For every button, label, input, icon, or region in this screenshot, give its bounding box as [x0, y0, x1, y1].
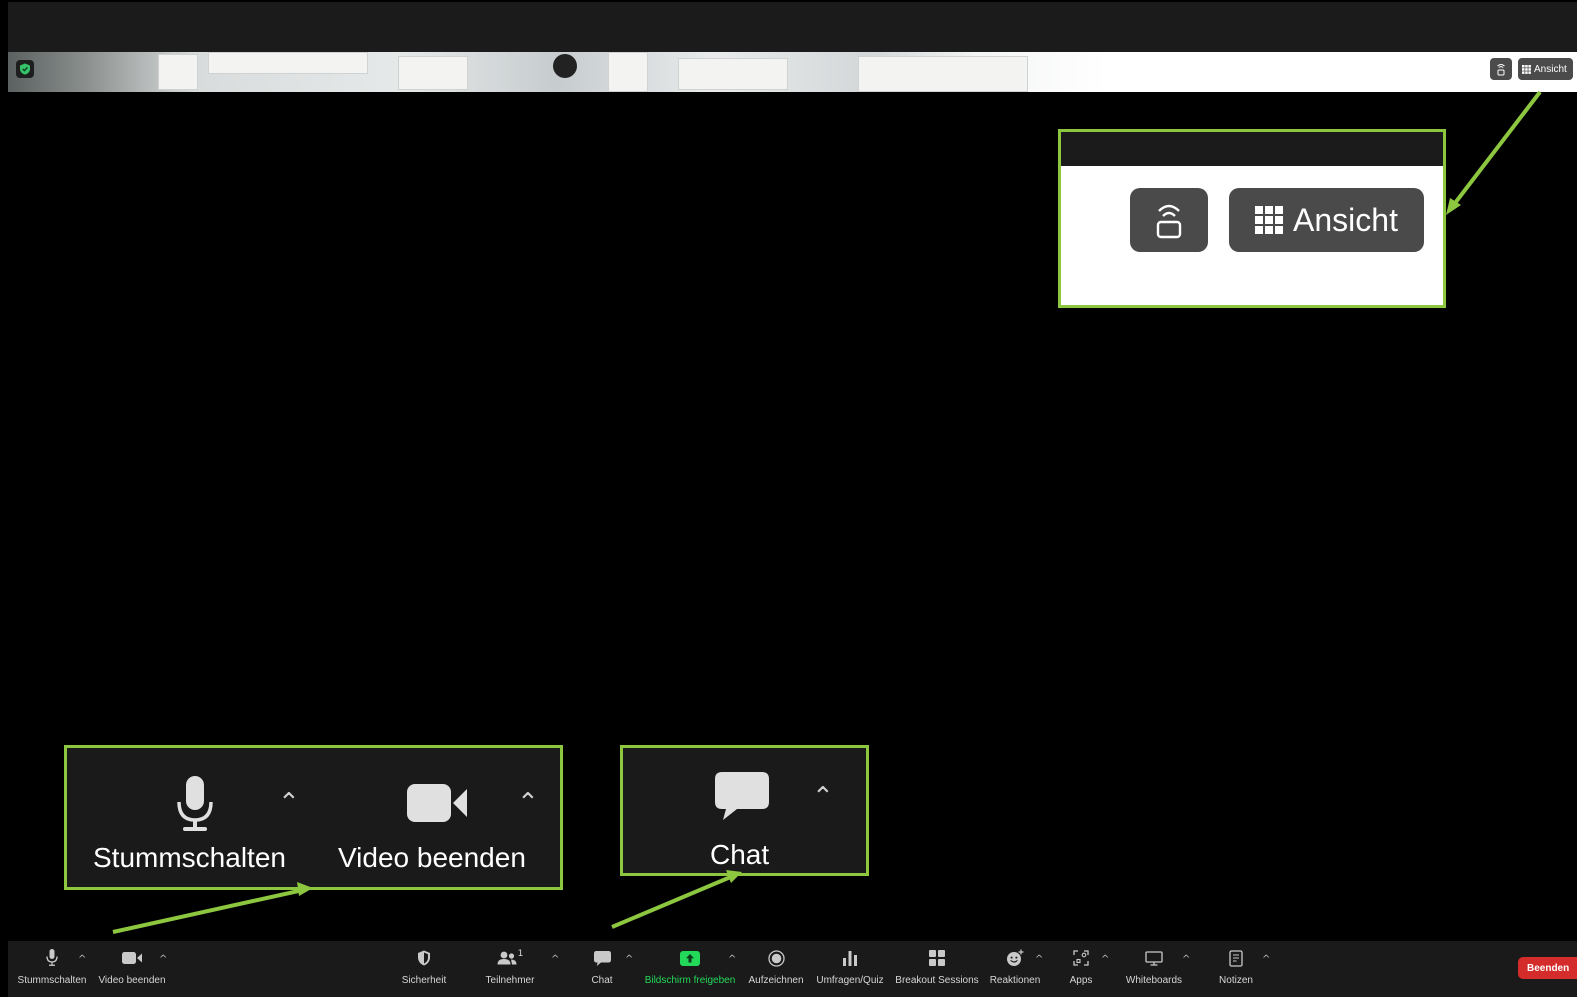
background-paper: [608, 52, 648, 92]
encryption-badge[interactable]: [16, 60, 34, 78]
privacy-button[interactable]: [1490, 58, 1512, 80]
reactions-button[interactable]: Reaktionen: [988, 941, 1042, 997]
background-paper: [858, 56, 1028, 92]
background-paper: [398, 56, 468, 90]
microphone-icon: [177, 776, 213, 831]
grid-icon: [1255, 206, 1284, 234]
title-bar: [8, 2, 1577, 52]
chat-label: Chat: [591, 975, 613, 986]
reactions-label: Reaktionen: [989, 975, 1041, 986]
arrowhead: [1446, 198, 1461, 215]
security-button[interactable]: Sicherheit: [396, 941, 452, 997]
chat-callout: ⌃ Chat: [620, 745, 869, 876]
meeting-window: Ansicht Ansicht ⌃ ⌃ Stummschalten Video …: [0, 0, 1577, 997]
breakout-icon: [929, 950, 945, 966]
reactions-caret[interactable]: ^: [1035, 954, 1043, 965]
background-paper: [158, 54, 198, 90]
mute-label-zoomed: Stummschalten: [93, 842, 286, 873]
notes-label: Notizen: [1219, 975, 1253, 986]
polls-button[interactable]: Umfragen/Quiz: [814, 941, 886, 997]
view-button-zoomed[interactable]: Ansicht: [1229, 188, 1424, 252]
chat-bubble-icon: [715, 772, 769, 820]
video-label: Video beenden: [98, 975, 166, 986]
background-paper: [208, 52, 368, 74]
security-shield-icon: [418, 950, 430, 966]
arrow-to-view-callout: [1450, 90, 1542, 209]
participants-icon: [497, 951, 517, 965]
notes-caret[interactable]: ^: [1262, 954, 1270, 965]
whiteboard-icon: [1145, 950, 1163, 966]
meeting-toolbar: Stummschalten ^ Video beenden ^ Sicherhe…: [8, 941, 1577, 997]
arrow-to-chat-callout: [611, 874, 734, 929]
apps-caret[interactable]: ^: [1101, 954, 1109, 965]
apps-label: Apps: [1069, 975, 1093, 986]
arrow-to-audio-callout: [112, 888, 304, 934]
notes-icon: [1229, 949, 1243, 967]
privacy-icon: [1156, 204, 1182, 239]
audio-video-callout: ⌃ ⌃ Stummschalten Video beenden: [64, 745, 563, 890]
security-label: Sicherheit: [401, 975, 447, 986]
participants-label: Teilnehmer: [485, 975, 535, 986]
chat-button[interactable]: Chat: [584, 941, 620, 997]
video-options-caret[interactable]: ⌃: [517, 788, 539, 818]
record-icon: [767, 949, 785, 967]
participants-caret[interactable]: ^: [551, 954, 559, 965]
microphone-icon: [46, 949, 58, 966]
record-button[interactable]: Aufzeichnen: [746, 941, 806, 997]
apps-icon: [1073, 950, 1089, 966]
whiteboards-button[interactable]: Whiteboards: [1120, 941, 1188, 997]
share-screen-button[interactable]: Bildschirm freigeben: [644, 941, 736, 997]
whiteboards-label: Whiteboards: [1125, 975, 1183, 986]
share-screen-label: Bildschirm freigeben: [644, 975, 736, 986]
apps-button[interactable]: Apps: [1062, 941, 1100, 997]
privacy-icon: [1497, 64, 1505, 76]
reactions-icon: [1007, 949, 1024, 966]
view-button-label: Ansicht: [1534, 63, 1567, 75]
video-label-zoomed: Video beenden: [338, 842, 526, 873]
video-feed-strip: [8, 52, 1577, 92]
background-paper: [678, 58, 788, 90]
mute-button[interactable]: Stummschalten: [12, 941, 92, 997]
mute-label: Stummschalten: [17, 975, 87, 986]
chat-label-zoomed: Chat: [710, 839, 770, 870]
camera-icon: [407, 784, 467, 822]
callout-title-bar: [1061, 132, 1443, 166]
chat-caret[interactable]: ^: [625, 954, 633, 965]
top-right-controls: Ansicht: [1490, 58, 1573, 80]
whiteboards-caret[interactable]: ^: [1182, 954, 1190, 965]
participants-count: 1: [517, 949, 524, 959]
view-button-zoomed-label: Ansicht: [1293, 201, 1398, 238]
notes-button[interactable]: Notizen: [1212, 941, 1260, 997]
shield-icon: [20, 63, 30, 75]
mute-caret[interactable]: ^: [78, 954, 86, 965]
breakout-label: Breakout Sessions: [895, 975, 979, 986]
end-meeting-button[interactable]: Beenden: [1518, 957, 1577, 979]
poll-icon: [843, 950, 857, 966]
grid-icon: [1522, 64, 1531, 74]
chat-bubble-icon: [593, 950, 611, 966]
camera-icon: [122, 952, 142, 964]
view-controls-callout: Ansicht: [1058, 129, 1446, 308]
chat-options-caret[interactable]: ⌃: [812, 782, 834, 812]
view-button[interactable]: Ansicht: [1518, 58, 1573, 80]
mute-options-caret[interactable]: ⌃: [278, 788, 300, 818]
stop-video-button[interactable]: Video beenden: [96, 941, 168, 997]
privacy-button-zoomed[interactable]: [1130, 188, 1208, 252]
background-object: [553, 54, 577, 78]
video-caret[interactable]: ^: [159, 954, 167, 965]
breakout-sessions-button[interactable]: Breakout Sessions: [894, 941, 980, 997]
share-screen-icon: [680, 950, 700, 966]
share-caret[interactable]: ^: [728, 954, 736, 965]
record-label: Aufzeichnen: [748, 975, 804, 986]
polls-label: Umfragen/Quiz: [816, 975, 884, 986]
participants-button[interactable]: 1 Teilnehmer: [480, 941, 540, 997]
end-meeting-label: Beenden: [1527, 962, 1570, 974]
